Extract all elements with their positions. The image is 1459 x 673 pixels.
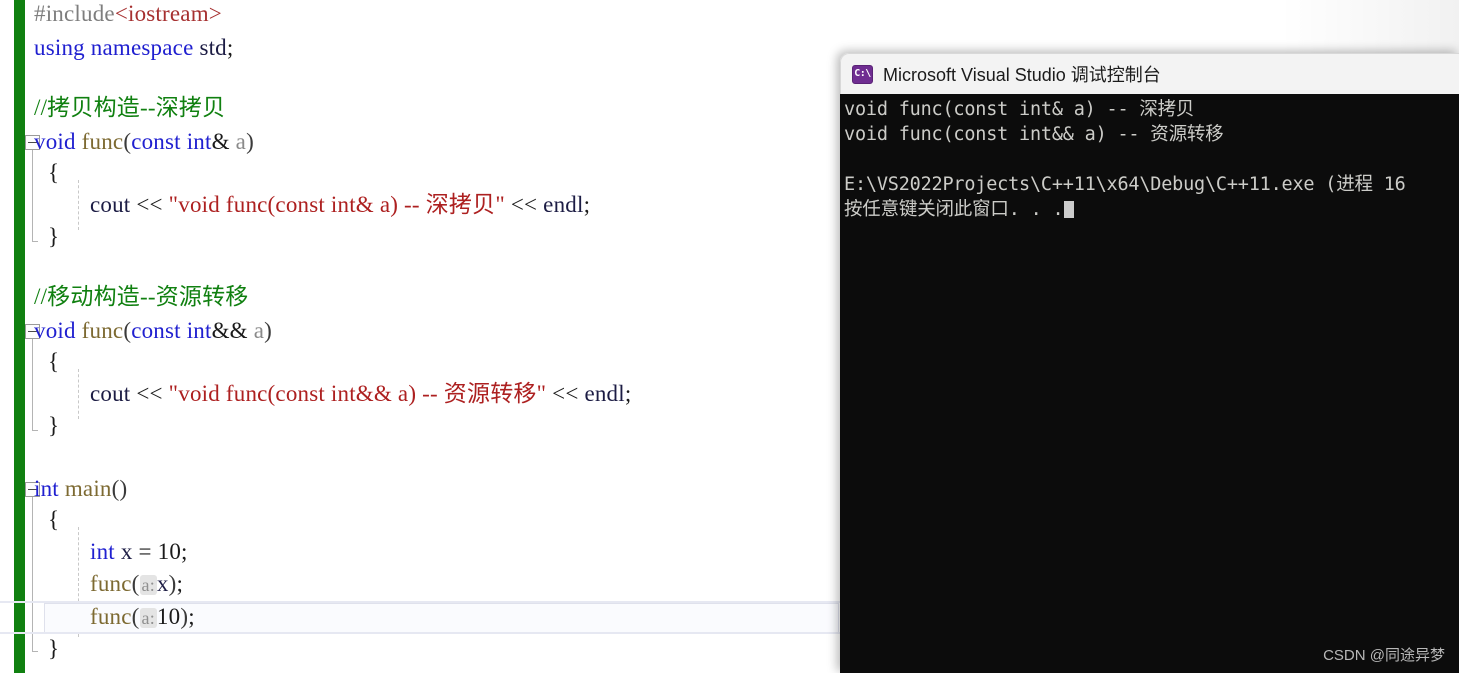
code-token: "void func(const int& a) -- 深拷贝" [168, 192, 505, 217]
code-token: void [34, 318, 76, 343]
console-app-icon: C:\ [852, 64, 873, 84]
code-token: using [34, 35, 85, 60]
code-token: cout [90, 381, 131, 406]
code-token: func [81, 318, 124, 343]
code-line[interactable]: func(a:x); [90, 568, 183, 600]
code-line[interactable]: //拷贝构造--深拷贝 [34, 92, 225, 124]
code-line[interactable]: void func(const int& a) [34, 126, 254, 158]
code-token: int [186, 318, 212, 343]
code-line[interactable]: { [48, 504, 59, 536]
code-token: endl [584, 381, 625, 406]
code-token: ) [246, 129, 254, 154]
code-token: << [546, 381, 585, 406]
code-token: a: [139, 575, 157, 595]
code-token: ; [181, 539, 188, 564]
code-token: ( [131, 571, 140, 596]
code-token: << [504, 192, 544, 217]
code-token: ( [123, 318, 132, 343]
code-line[interactable]: #include<iostream> [34, 0, 222, 30]
code-token: void [34, 129, 76, 154]
code-token: 10 [156, 604, 181, 629]
console-output-line: void func(const int&& a) -- 资源转移 [844, 124, 1224, 145]
code-token: cout [90, 192, 131, 217]
code-line[interactable]: using namespace std; [34, 32, 233, 64]
code-line[interactable]: } [48, 410, 59, 442]
code-token: 10 [157, 539, 182, 564]
console-app-icon-label: C:\ [854, 68, 871, 79]
code-token: ; [624, 381, 632, 406]
code-token: ; [583, 192, 591, 217]
code-token: a [235, 129, 247, 154]
code-token: endl [543, 192, 584, 217]
code-token: <iostream> [114, 1, 222, 26]
code-token: #include [34, 1, 115, 26]
code-token: x [120, 539, 133, 564]
code-line[interactable]: cout << "void func(const int&& a) -- 资源转… [90, 378, 631, 410]
code-line[interactable]: int x = 10; [90, 536, 188, 568]
code-token: { [48, 349, 60, 374]
console-output-area[interactable]: void func(const int& a) -- 深拷贝 void func(… [840, 94, 1459, 673]
code-token: a [253, 318, 265, 343]
code-line[interactable]: } [48, 633, 59, 665]
watermark-text: CSDN @同途异梦 [1323, 647, 1445, 664]
code-token: } [48, 224, 60, 249]
code-token: << [130, 192, 169, 217]
code-token: a: [139, 608, 157, 628]
code-token: { [48, 507, 60, 532]
code-token: x [156, 571, 169, 596]
code-token: const [131, 318, 181, 343]
code-line[interactable]: func(a:10); [90, 601, 195, 633]
code-token: ( [131, 604, 140, 629]
code-line[interactable]: void func(const int&& a) [34, 315, 272, 347]
code-token: << [130, 381, 169, 406]
code-token: main [64, 476, 112, 501]
code-line[interactable]: cout << "void func(const int& a) -- 深拷贝"… [90, 189, 590, 221]
code-token: ( [123, 129, 132, 154]
code-token: ; [176, 571, 184, 596]
code-token: ) [264, 318, 273, 343]
console-title-bar[interactable]: C:\ Microsoft Visual Studio 调试控制台 [840, 53, 1459, 94]
code-token: ; [188, 604, 195, 629]
code-token: func [90, 604, 132, 629]
code-token: std [199, 35, 227, 60]
code-token: int [34, 476, 59, 501]
console-output-line: E:\VS2022Projects\C++11\x64\Debug\C++11.… [844, 174, 1406, 195]
console-output-line: void func(const int& a) -- 深拷贝 [844, 99, 1195, 120]
code-token: //移动构造--资源转移 [34, 284, 249, 309]
code-line[interactable]: //移动构造--资源转移 [34, 281, 249, 313]
code-token: const [131, 129, 181, 154]
code-token: func [81, 129, 124, 154]
code-token: ; [226, 35, 234, 60]
code-token: = [132, 539, 158, 564]
code-token: } [48, 413, 60, 438]
code-line[interactable]: int main() [34, 473, 127, 505]
console-cursor [1064, 201, 1075, 218]
code-token: func [90, 571, 132, 596]
code-token: //拷贝构造--深拷贝 [34, 95, 226, 120]
code-token: int [90, 539, 115, 564]
code-token: { [48, 160, 60, 185]
code-line[interactable]: { [48, 346, 59, 378]
code-line[interactable]: { [48, 157, 59, 189]
console-title-text: Microsoft Visual Studio 调试控制台 [883, 65, 1161, 85]
code-token: & [211, 129, 236, 154]
code-token: "void func(const int&& a) -- 资源转移" [168, 381, 547, 406]
code-token: && [211, 318, 254, 343]
debug-console-window[interactable]: C:\ Microsoft Visual Studio 调试控制台 void f… [840, 53, 1459, 673]
code-token: ) [180, 604, 189, 629]
code-token: } [48, 636, 60, 661]
console-output-line: 按任意键关闭此窗口. . . [844, 197, 1459, 222]
code-token: namespace [90, 35, 194, 60]
code-token: int [186, 129, 212, 154]
code-line[interactable]: } [48, 221, 59, 253]
code-token: () [111, 476, 128, 501]
